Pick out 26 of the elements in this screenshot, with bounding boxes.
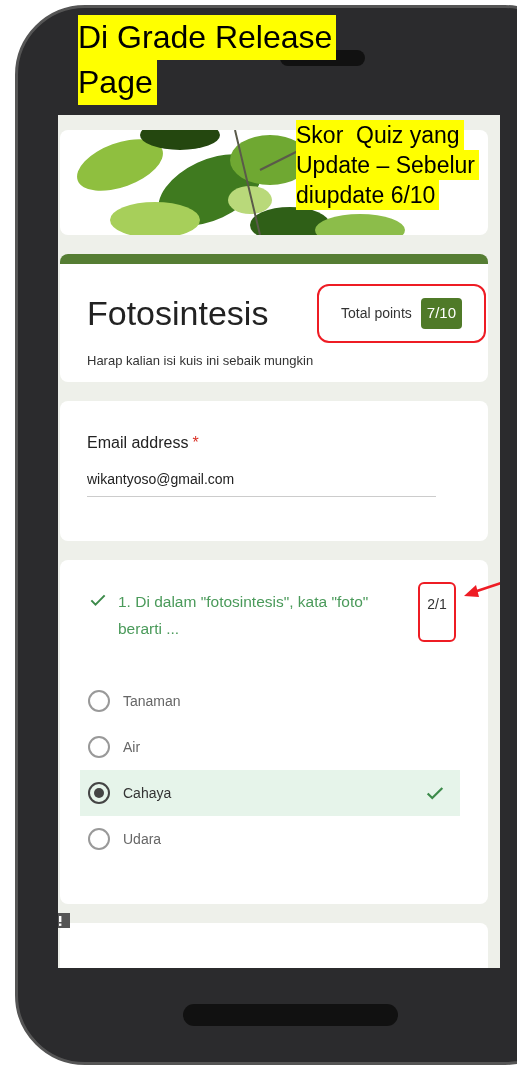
annotation-text: Update – Sebelur bbox=[296, 150, 479, 180]
radio-button[interactable] bbox=[88, 782, 110, 804]
radio-button[interactable] bbox=[88, 828, 110, 850]
email-field[interactable]: wikantyoso@gmail.com bbox=[87, 469, 436, 497]
radio-button[interactable] bbox=[88, 690, 110, 712]
email-label: Email address bbox=[87, 433, 189, 453]
annotation-text: Skor Quiz yang bbox=[296, 120, 464, 150]
required-mark: * bbox=[192, 433, 199, 453]
radio-button[interactable] bbox=[88, 736, 110, 758]
option-label: Cahaya bbox=[123, 783, 173, 803]
total-points-label: Total points bbox=[340, 303, 412, 323]
option-label: Air bbox=[123, 737, 142, 757]
question-points: 2/1 bbox=[418, 582, 456, 642]
annotation-text: diupdate 6/10 bbox=[296, 180, 440, 210]
form-title: Fotosintesis bbox=[87, 292, 269, 334]
answer-option[interactable]: Air bbox=[80, 724, 460, 770]
form-description: Harap kalian isi kuis ini sebaik mungkin bbox=[87, 351, 315, 370]
answer-option[interactable]: Cahaya bbox=[80, 770, 460, 816]
annotation-text: Page bbox=[78, 60, 157, 105]
option-label: Udara bbox=[123, 829, 163, 849]
option-label: Tanaman bbox=[123, 691, 182, 711]
answer-option[interactable]: Udara bbox=[80, 816, 460, 862]
answer-option[interactable]: Tanaman bbox=[80, 678, 460, 724]
annotation-text: Di Grade Release bbox=[78, 15, 337, 60]
score-badge: 7/10 bbox=[420, 298, 462, 329]
question-text: 1. Di dalam "fotosintesis", kata "foto" berarti ... bbox=[118, 592, 370, 639]
